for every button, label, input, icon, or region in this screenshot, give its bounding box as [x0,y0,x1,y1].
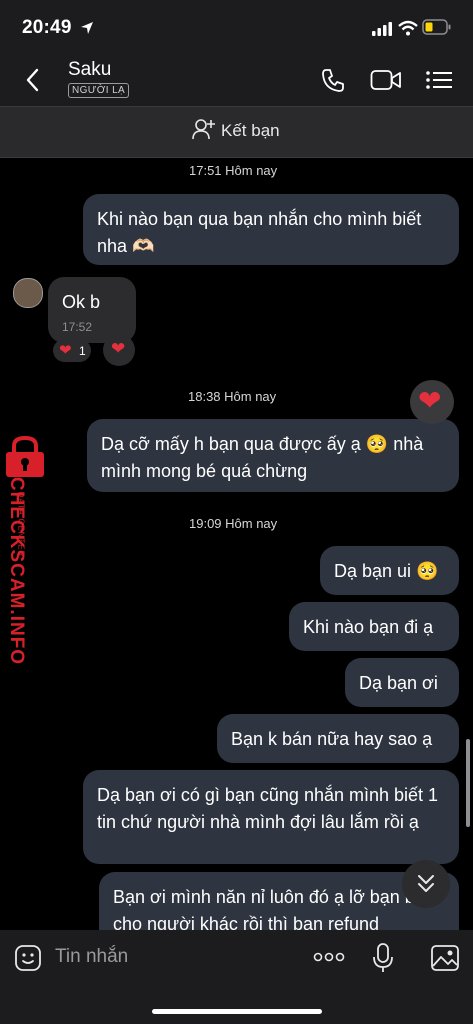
add-person-icon [192,119,215,140]
message-text: Dạ cỡ mấy h bạn qua được ấy ạ 🥺 nhà mình… [101,434,424,481]
message-text: Dạ bạn ơi [359,673,438,693]
message-text: Dạ bạn ui 🥺 [334,561,439,581]
timestamp: 18:38 Hôm nay [188,389,277,404]
menu-list-icon[interactable] [425,70,453,90]
message-bubble-outgoing[interactable]: Dạ bạn ui 🥺 [320,546,459,595]
react-button[interactable]: ❤ [410,380,454,424]
battery-icon [422,19,451,35]
message-bubble-outgoing[interactable]: Khi nào bạn qua bạn nhắn cho mình biết n… [83,194,459,265]
microphone-icon[interactable] [372,942,394,974]
message-text: Bạn ơi mình năn nỉ luôn đó ạ lỡ bạn bán … [113,887,435,934]
add-friend-label[interactable]: Kết bạn [221,121,280,141]
message-bubble-incoming[interactable]: Ok b 17:52 [48,277,136,343]
timestamp: 17:51 Hôm nay [189,163,278,178]
message-input[interactable]: Tin nhắn [55,946,128,968]
heart-icon: ❤ [111,339,126,358]
watermark-tagline: DATA CENTER [16,491,26,558]
watermark-lock-logo [6,436,44,477]
phone-icon[interactable] [320,67,346,93]
more-icon[interactable] [313,951,345,963]
status-time: 20:49 [22,17,72,38]
message-bubble-outgoing[interactable]: Dạ bạn ơi [345,658,459,707]
message-bubble-outgoing[interactable]: Dạ cỡ mấy h bạn qua được ấy ạ 🥺 nhà mình… [87,419,459,492]
reaction-summary[interactable]: ❤ 1 [53,339,91,362]
message-text: Dạ bạn ơi có gì bạn cũng nhắn mình biết … [97,785,439,832]
message-text: Khi nào bạn qua bạn nhắn cho mình biết n… [97,209,422,256]
scrollbar[interactable] [466,739,470,827]
back-chevron-icon[interactable] [24,68,42,92]
message-text: Khi nào bạn đi ạ [303,617,434,637]
timestamp: 19:09 Hôm nay [189,516,278,531]
message-bubble-outgoing[interactable]: Khi nào bạn đi ạ [289,602,459,651]
wifi-icon [398,20,418,36]
image-icon[interactable] [430,944,460,972]
sticker-icon[interactable] [14,944,42,972]
location-arrow-icon [81,22,93,34]
message-bubble-outgoing[interactable]: Dạ bạn ơi có gì bạn cũng nhắn mình biết … [83,770,459,864]
scroll-down-button[interactable] [402,860,450,908]
message-bubble-outgoing[interactable]: Bạn k bán nữa hay sao ạ [217,714,459,763]
stranger-badge: NGƯỜI LẠ [68,83,130,98]
scroll-down-icon [418,875,434,892]
home-indicator [152,1009,322,1014]
message-time: 17:52 [62,320,93,334]
react-button[interactable]: ❤ [103,334,135,366]
message-text: Bạn k bán nữa hay sao ạ [231,729,433,749]
signal-icon [372,22,392,36]
message-text: Ok b [62,292,101,312]
video-call-icon[interactable] [370,68,402,92]
reaction-count: 1 [79,344,86,358]
contact-name[interactable]: Saku [68,59,111,81]
heart-icon: ❤ [59,342,72,359]
heart-icon: ❤ [418,385,442,416]
avatar[interactable] [13,278,43,308]
